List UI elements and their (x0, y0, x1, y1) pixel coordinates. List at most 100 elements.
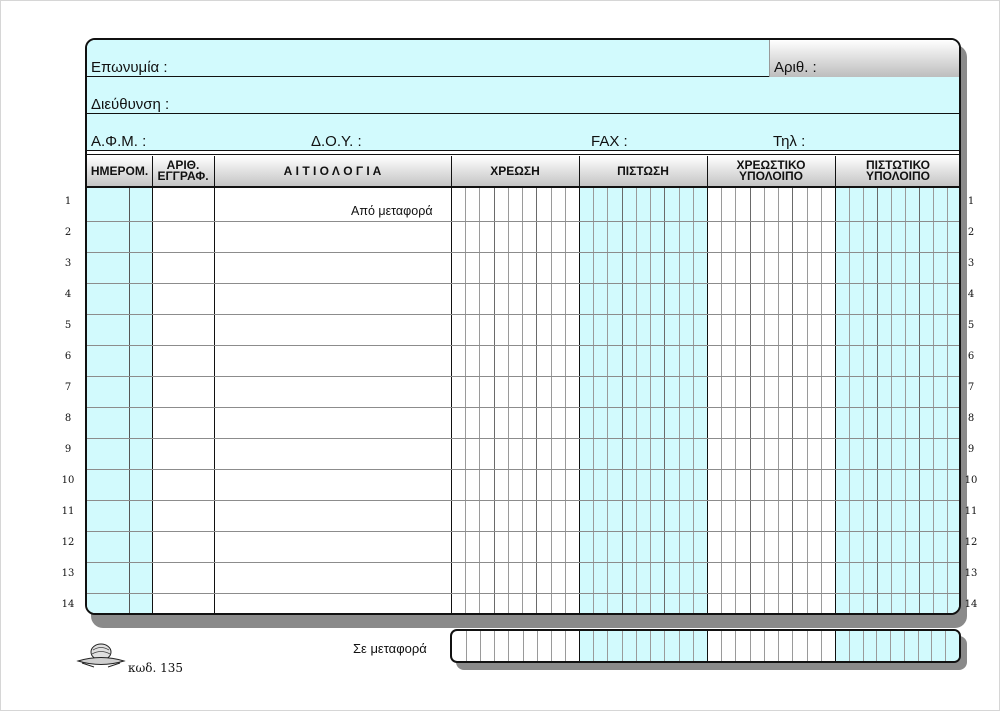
row-number-left: 3 (64, 258, 72, 269)
column-border (835, 156, 836, 613)
carry-digit-divider (494, 631, 495, 661)
column-header-bottom (87, 186, 959, 188)
number-label: Αριθ. : (774, 59, 817, 76)
carry-column-border (579, 631, 580, 661)
carry-digit-divider (890, 631, 891, 661)
address-label: Διεύθυνση : (91, 96, 170, 113)
row-number-right: 1 (967, 196, 975, 207)
carry-digit-divider (537, 631, 538, 661)
row-line (87, 562, 959, 563)
column-border (707, 156, 708, 613)
row-line (87, 593, 959, 594)
header-separator (87, 150, 959, 151)
column-header-credit: ΠΙΣΤΩΣΗ (579, 156, 707, 186)
column-header-credit-balance: ΠΙΣΤΩΤΙΚΟ ΥΠΟΛΟΙΠΟ (835, 156, 959, 186)
carry-digit-divider (750, 631, 751, 661)
carry-column-border (707, 631, 708, 661)
row-line (87, 376, 959, 377)
header-separator (87, 154, 959, 155)
carry-digit-divider (650, 631, 651, 661)
row-number-left: 11 (61, 506, 75, 517)
carry-digit-divider (931, 631, 932, 661)
column-header-date: ΗΜΕΡΟΜ. (87, 156, 152, 186)
carry-digit-divider (480, 631, 481, 661)
row-line (87, 283, 959, 284)
carry-digit-divider (523, 631, 524, 661)
carry-digit-divider (849, 631, 850, 661)
row-line (87, 221, 959, 222)
carry-digit-divider (664, 631, 665, 661)
row-number-left: 12 (61, 537, 75, 548)
column-border (152, 156, 153, 613)
row-number-left: 9 (64, 444, 72, 455)
column-header-debit: ΧΡΕΩΣΗ (451, 156, 579, 186)
carry-forward-label: Σε μεταφορά (353, 641, 427, 656)
carry-digit-divider (565, 631, 566, 661)
carry-digit-divider (607, 631, 608, 661)
carry-digit-divider (735, 631, 736, 661)
carry-forward-box[interactable] (450, 629, 961, 663)
row-number-left: 2 (64, 227, 72, 238)
row-number-left: 5 (64, 320, 72, 331)
name-row: Επωνυμία : Αριθ. : (87, 40, 959, 77)
row-line (87, 531, 959, 532)
row-number-right: 12 (964, 537, 978, 548)
carry-digit-divider (807, 631, 808, 661)
row-number-left: 13 (61, 568, 75, 579)
ledger-form: Επωνυμία : Αριθ. : Διεύθυνση : Α.Φ.Μ. : … (85, 38, 961, 615)
column-border (214, 156, 215, 613)
row-line (87, 252, 959, 253)
carry-digit-divider (636, 631, 637, 661)
row-line (87, 438, 959, 439)
row-line (87, 314, 959, 315)
row-number-left: 6 (64, 351, 72, 362)
address-row[interactable]: Διεύθυνση : (87, 77, 959, 114)
row-number-left: 4 (64, 289, 72, 300)
row-number-left: 14 (61, 599, 75, 610)
carry-digit-divider (551, 631, 552, 661)
tax-row: Α.Φ.Μ. : Δ.Ο.Υ. : FAX : Τηλ : (87, 114, 959, 150)
carry-digit-divider (904, 631, 905, 661)
column-header-entry-no: ΑΡΙΘ. ΕΓΓΡΑΦ. (152, 156, 214, 186)
carry-digit-divider (721, 631, 722, 661)
row-line (87, 469, 959, 470)
carry-column-border (835, 631, 836, 661)
carry-fill (835, 631, 959, 661)
row-number-right: 6 (967, 351, 975, 362)
column-header-description: Α Ι Τ Ι Ο Λ Ο Γ Ι Α (214, 156, 451, 186)
carry-fill (579, 631, 707, 661)
number-box[interactable]: Αριθ. : (769, 40, 959, 77)
row-number-left: 1 (64, 196, 72, 207)
vat-label: Α.Φ.Μ. : (91, 133, 147, 150)
carry-digit-divider (918, 631, 919, 661)
row-number-right: 3 (967, 258, 975, 269)
carry-digit-divider (622, 631, 623, 661)
carry-digit-divider (778, 631, 779, 661)
row-line (87, 345, 959, 346)
row-number-right: 11 (964, 506, 978, 517)
row-number-right: 10 (964, 475, 978, 486)
row-line (87, 407, 959, 408)
column-border (451, 156, 452, 613)
row-number-right: 13 (964, 568, 978, 579)
row-number-right: 8 (967, 413, 975, 424)
name-label: Επωνυμία : (91, 59, 168, 76)
row-number-right: 7 (967, 382, 975, 393)
row-number-right: 2 (967, 227, 975, 238)
publisher-logo (76, 643, 126, 668)
carry-in-text: Από μεταφορά (351, 204, 433, 218)
row-number-right: 14 (964, 599, 978, 610)
carry-digit-divider (679, 631, 680, 661)
column-border (579, 156, 580, 613)
row-line (87, 500, 959, 501)
carry-digit-divider (764, 631, 765, 661)
form-code: κωδ. 135 (128, 661, 184, 675)
row-number-left: 8 (64, 413, 72, 424)
carry-digit-divider (863, 631, 864, 661)
carry-digit-divider (593, 631, 594, 661)
row-number-right: 9 (967, 444, 975, 455)
row-number-left: 7 (64, 382, 72, 393)
carry-digit-divider (945, 631, 946, 661)
carry-digit-divider (876, 631, 877, 661)
carry-digit-divider (792, 631, 793, 661)
